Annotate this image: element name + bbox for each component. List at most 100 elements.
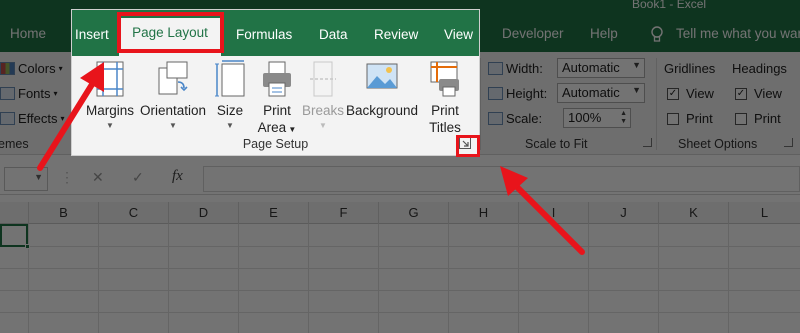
lightbulb-icon: [650, 26, 664, 47]
column-header-l[interactable]: L: [728, 202, 800, 224]
column-header-i[interactable]: I: [518, 202, 588, 224]
gridlines-view-checkbox[interactable]: ✓ View: [667, 86, 714, 101]
height-label: Height:: [506, 86, 548, 101]
width-icon: [488, 62, 503, 75]
print-titles-button[interactable]: Print Titles: [423, 60, 467, 136]
grid-line: [308, 224, 309, 333]
tab-home[interactable]: Home: [10, 26, 46, 41]
grid-line: [168, 224, 169, 333]
headings-print-checkbox[interactable]: Print: [735, 111, 781, 126]
enter-icon[interactable]: ✓: [132, 169, 144, 186]
colors-icon: [0, 62, 15, 75]
area-label: Area: [257, 120, 287, 135]
grid-line: [728, 224, 729, 333]
margins-label: Margins: [86, 103, 135, 118]
tab-help[interactable]: Help: [590, 26, 618, 41]
width-value: Automatic: [562, 60, 620, 75]
scale-to-fit-launcher-icon[interactable]: [643, 138, 652, 147]
tab-formulas[interactable]: Formulas: [236, 27, 292, 42]
fonts-icon: [0, 87, 15, 100]
breaks-button[interactable]: Breaks ▼: [301, 60, 345, 130]
formula-bar: ▼ ⋮ ✕ ✓ fx: [0, 163, 800, 195]
size-button[interactable]: Size ▼: [212, 60, 248, 130]
print-label: Print: [263, 103, 291, 118]
grid-line: [0, 290, 800, 291]
launcher-highlight-box: [456, 135, 480, 157]
cancel-icon[interactable]: ✕: [92, 169, 104, 186]
grid-line: [0, 312, 800, 313]
tab-review[interactable]: Review: [374, 27, 418, 42]
column-headers: B C D E F G H I J K L: [0, 202, 800, 224]
height-label-row: Height:: [488, 86, 547, 101]
width-dropdown[interactable]: Automatic ▼: [557, 58, 645, 78]
column-header-b[interactable]: B: [28, 202, 98, 224]
orientation-button[interactable]: Orientation ▼: [138, 60, 208, 130]
formula-input[interactable]: [203, 166, 800, 192]
more-options-icon: ⋮: [60, 169, 74, 185]
grid-line: [658, 224, 659, 333]
column-header-k[interactable]: K: [658, 202, 728, 224]
column-header-e[interactable]: E: [238, 202, 308, 224]
window-title: Book1 - Excel: [632, 0, 707, 11]
checkmark-icon: ✓: [735, 87, 747, 100]
tab-insert[interactable]: Insert: [75, 27, 109, 42]
colors-label: Colors: [18, 61, 56, 76]
scale-label-row: Scale:: [488, 111, 542, 126]
worksheet-grid[interactable]: [0, 224, 800, 333]
tell-me-search[interactable]: Tell me what you want: [676, 26, 800, 41]
themes-fonts-button[interactable]: Fonts ▾: [0, 86, 58, 101]
checkbox-empty-icon: [735, 112, 747, 125]
tab-view[interactable]: View: [444, 27, 473, 42]
gridlines-print-checkbox[interactable]: Print: [667, 111, 713, 126]
page-setup-highlight: Insert Page Layout Formulas Data Review …: [72, 10, 479, 155]
breaks-label: Breaks: [301, 103, 345, 118]
column-header-f[interactable]: F: [308, 202, 378, 224]
active-cell[interactable]: [0, 224, 30, 249]
insert-function-button[interactable]: fx: [172, 168, 183, 185]
chevron-down-icon: ▼: [226, 121, 234, 130]
scale-icon: [488, 112, 503, 125]
column-header-c[interactable]: C: [98, 202, 168, 224]
checkbox-empty-icon: [667, 112, 679, 125]
column-header-g[interactable]: G: [378, 202, 448, 224]
page-layout-highlight-box: [117, 12, 224, 53]
headings-view-checkbox[interactable]: ✓ View: [735, 86, 782, 101]
tab-data[interactable]: Data: [319, 27, 348, 42]
scale-value: 100%: [568, 110, 602, 125]
height-dropdown[interactable]: Automatic ▼: [557, 83, 645, 103]
page-setup-commands: Margins ▼ Orientation ▼ Size ▼ Print Are…: [72, 56, 479, 155]
column-header-h[interactable]: H: [448, 202, 518, 224]
chevron-down-icon: ▼: [106, 121, 114, 130]
background-button[interactable]: Background: [346, 60, 418, 119]
scale-to-fit-group-label: Scale to Fit: [525, 137, 588, 151]
select-all-corner[interactable]: [0, 202, 28, 224]
orientation-label: Orientation: [139, 103, 207, 118]
margins-button[interactable]: Margins ▼: [86, 60, 134, 130]
width-label-row: Width:: [488, 61, 543, 76]
grid-line: [378, 224, 379, 333]
grid-line: [98, 224, 99, 333]
print-area-button[interactable]: Print Area ▼: [255, 60, 299, 138]
themes-effects-button[interactable]: Effects ▾: [0, 111, 65, 126]
tab-developer[interactable]: Developer: [502, 26, 564, 41]
orientation-icon: [158, 61, 188, 95]
margins-icon: [96, 61, 124, 97]
column-header-d[interactable]: D: [168, 202, 238, 224]
column-header-j[interactable]: J: [588, 202, 658, 224]
themes-group-label: emes: [0, 137, 29, 151]
fill-handle[interactable]: [25, 244, 30, 249]
chevron-down-icon: ▼: [169, 121, 177, 130]
sheet-options-group-label: Sheet Options: [678, 137, 758, 151]
group-separator: [656, 58, 657, 150]
height-value: Automatic: [562, 85, 620, 100]
name-box[interactable]: ▼: [4, 167, 48, 191]
grid-line: [28, 224, 29, 333]
titles-label: Titles: [429, 120, 461, 135]
sheet-options-launcher-icon[interactable]: [784, 138, 793, 147]
headings-print-label: Print: [754, 111, 781, 126]
scale-spinner[interactable]: 100% ▲ ▼: [563, 108, 631, 128]
group-separator: [480, 58, 481, 150]
background-icon: [366, 63, 398, 89]
themes-colors-button[interactable]: Colors ▾: [0, 61, 63, 76]
effects-label: Effects: [18, 111, 58, 126]
